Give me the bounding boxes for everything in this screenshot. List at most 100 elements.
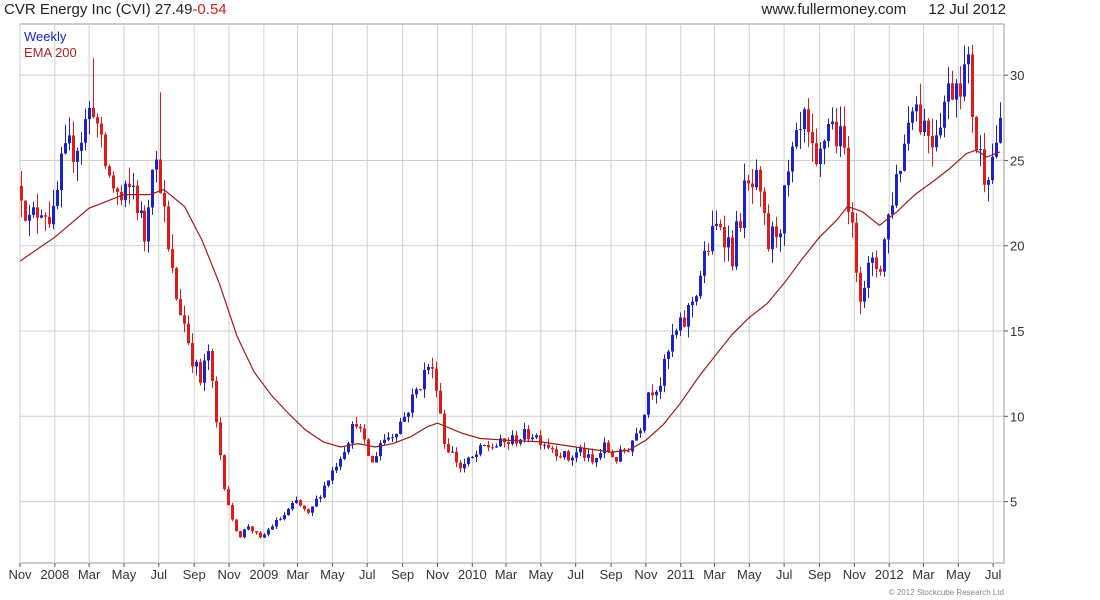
candle-up xyxy=(339,458,342,467)
candle-down xyxy=(367,439,370,456)
x-tick-label: May xyxy=(320,567,345,582)
candle-down xyxy=(767,213,770,250)
candle-down xyxy=(455,451,458,463)
candle-up xyxy=(279,519,282,521)
candle-down xyxy=(116,188,119,192)
candle-down xyxy=(112,175,115,189)
candle-up xyxy=(787,171,790,186)
candle-up xyxy=(663,358,666,386)
candle-down xyxy=(36,207,39,218)
legend-weekly: Weekly xyxy=(24,29,67,44)
candle-up xyxy=(791,146,794,172)
candle-down xyxy=(136,185,139,214)
candle-up xyxy=(575,452,578,458)
candle-up xyxy=(243,529,246,538)
candle-up xyxy=(823,141,826,149)
candle-up xyxy=(659,385,662,392)
copyright-credit: © 2012 Stockcube Research Ltd xyxy=(888,588,1004,597)
candle-up xyxy=(903,143,906,171)
candle-up xyxy=(531,437,534,440)
candle-down xyxy=(143,210,146,242)
candle-down xyxy=(183,315,186,324)
candle-up xyxy=(407,412,410,417)
candle-down xyxy=(527,428,530,440)
candle-down xyxy=(651,392,654,396)
x-tick-label: Jul xyxy=(985,567,1002,582)
x-tick-label: May xyxy=(112,567,137,582)
candle-up xyxy=(124,183,127,201)
candle-down xyxy=(931,135,934,148)
candle-up xyxy=(427,366,430,370)
candle-down xyxy=(515,435,518,444)
candle-up xyxy=(291,503,294,510)
candle-up xyxy=(839,126,842,147)
x-tick-label: 2010 xyxy=(458,567,487,582)
candle-down xyxy=(879,269,882,272)
candle-up xyxy=(995,142,998,157)
candle-up xyxy=(471,456,474,458)
candle-down xyxy=(439,390,442,414)
candle-down xyxy=(307,509,310,513)
chart-legend: Weekly EMA 200 xyxy=(24,29,77,61)
candle-up xyxy=(423,369,426,390)
price-chart: 5 10 15 20 25 30 Nov 2008 Mar May Jul Sep Nov 2009 Mar… xyxy=(8,23,1024,582)
y-tick-label: 20 xyxy=(1010,239,1024,254)
candle-up xyxy=(715,223,718,226)
candle-up xyxy=(523,428,526,440)
candle-down xyxy=(759,169,762,192)
candle-down xyxy=(159,159,162,194)
candle-up xyxy=(967,54,970,65)
candle-up xyxy=(140,210,143,214)
candle-down xyxy=(44,215,47,217)
candle-up xyxy=(667,351,670,359)
candle-down xyxy=(927,120,930,136)
candle-up xyxy=(563,451,566,458)
candle-up xyxy=(955,83,958,100)
candle-down xyxy=(371,455,374,463)
x-tick-label: Sep xyxy=(600,567,623,582)
candle-down xyxy=(355,423,358,427)
candle-up xyxy=(943,101,946,128)
candle-up xyxy=(311,506,314,513)
candle-up xyxy=(283,515,286,520)
candle-down xyxy=(235,519,238,532)
candle-down xyxy=(751,183,754,188)
candle-up xyxy=(483,445,486,447)
candle-up xyxy=(267,529,270,535)
candle-down xyxy=(199,361,202,383)
candle-up xyxy=(915,104,918,112)
candle-down xyxy=(815,143,818,165)
candle-up xyxy=(52,205,55,225)
candle-down xyxy=(171,249,174,269)
candle-up xyxy=(979,149,982,151)
candle-up xyxy=(80,142,83,151)
candle-up xyxy=(771,226,774,250)
candle-up xyxy=(132,185,135,187)
candle-up xyxy=(895,174,898,206)
candle-up xyxy=(947,83,950,102)
candle-up xyxy=(207,351,210,361)
candle-up xyxy=(799,129,802,131)
candle-down xyxy=(747,180,750,184)
candle-up xyxy=(451,451,454,453)
x-tick-label: Nov xyxy=(8,567,32,582)
candle-down xyxy=(559,456,562,458)
candle-up xyxy=(631,440,634,452)
candle-up xyxy=(147,207,150,242)
candle-down xyxy=(951,83,954,100)
candle-up xyxy=(391,437,394,439)
candle-up xyxy=(675,330,678,335)
candle-down xyxy=(359,426,362,429)
candle-up xyxy=(783,185,786,234)
candle-up xyxy=(275,519,278,527)
candle-up xyxy=(891,205,894,215)
candle-up xyxy=(755,169,758,188)
candle-up xyxy=(991,156,994,181)
candle-up xyxy=(679,317,682,331)
candle-up xyxy=(399,421,402,434)
candle-up xyxy=(88,107,91,120)
x-tick-label: Jul xyxy=(567,567,584,582)
candle-down xyxy=(487,445,490,448)
candle-down xyxy=(175,268,178,300)
candle-up xyxy=(467,457,470,464)
